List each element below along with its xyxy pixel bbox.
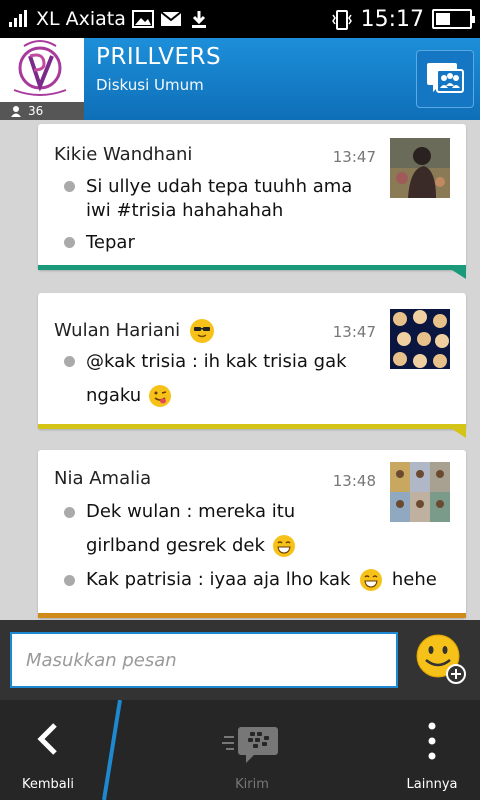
bubble-tail <box>452 270 466 279</box>
message-bullet <box>64 507 75 518</box>
chat-header: 36 PRILLVERS Diskusi Umum <box>0 38 480 120</box>
back-button[interactable]: Kembali <box>0 700 96 800</box>
bubble-tail <box>452 429 466 438</box>
signal-icon <box>8 10 30 28</box>
group-subtitle: Diskusi Umum <box>96 76 204 94</box>
sunglasses-emoji-icon <box>189 319 214 343</box>
message-text-segment: Kak patrisia : iyaa aja lho kak <box>86 569 351 590</box>
send-button[interactable]: Kirim <box>192 700 312 800</box>
message-text: Tepar <box>86 232 135 253</box>
message-accent <box>38 265 466 270</box>
message-text: Dek wulan : mereka itu <box>86 501 296 522</box>
member-count-label: 36 <box>28 104 44 118</box>
more-label: Lainnya <box>406 777 458 792</box>
message-bubble[interactable]: Kikie Wandhani 13:47 Si ullye udah tepa … <box>38 124 466 279</box>
message-accent <box>38 424 466 429</box>
status-bar: XL Axiata 15:17 <box>0 0 480 38</box>
sender-avatar[interactable] <box>390 309 450 369</box>
message-text-segment: hehe <box>391 569 437 590</box>
message-text-segment: girlband gesrek dek <box>86 535 265 556</box>
grin-emoji-icon <box>360 569 383 591</box>
back-label: Kembali <box>22 777 74 792</box>
message-time: 13:48 <box>332 472 376 490</box>
message-time: 13:47 <box>332 323 376 341</box>
message-text: ngaku <box>86 384 171 408</box>
member-count: 36 <box>0 102 84 120</box>
action-bar-divider <box>102 700 122 800</box>
sender-name[interactable]: Wulan Hariani <box>54 319 214 343</box>
sender-avatar[interactable] <box>390 138 450 198</box>
message-bullet <box>64 237 75 248</box>
group-chat-icon <box>427 63 464 93</box>
message-text: @kak trisia : ih kak trisia gak <box>86 351 347 372</box>
action-bar: Kembali Kirim Lainnya <box>0 700 480 800</box>
carrier-name: XL Axiata <box>36 8 126 30</box>
person-icon <box>11 106 21 117</box>
clock: 15:17 <box>360 6 424 32</box>
message-bubble[interactable]: Nia Amalia 13:48 Dek wulan : mereka itu … <box>38 450 466 618</box>
message-time: 13:47 <box>332 148 376 166</box>
message-accent <box>38 613 466 618</box>
sender-avatar[interactable] <box>390 462 450 522</box>
message-bullet <box>64 181 75 192</box>
download-icon <box>188 10 210 28</box>
group-avatar[interactable]: 36 <box>0 38 84 120</box>
bbm-send-icon <box>222 727 278 763</box>
sender-name-label: Wulan Hariani <box>54 320 181 341</box>
vibrate-icon <box>331 10 353 30</box>
message-text: girlband gesrek dek <box>86 534 295 558</box>
message-list[interactable]: Kikie Wandhani 13:47 Si ullye udah tepa … <box>0 120 480 620</box>
more-menu-button[interactable]: Lainnya <box>384 700 480 800</box>
chevron-left-icon <box>37 723 57 755</box>
message-text: Kak patrisia : iyaa aja lho kak hehe <box>86 568 437 592</box>
message-bullet <box>64 356 75 367</box>
tongue-emoji-icon <box>148 385 171 407</box>
battery-icon <box>432 9 475 29</box>
group-name: PRILLVERS <box>96 44 222 70</box>
smiley-add-icon <box>416 634 466 684</box>
mail-icon <box>160 10 182 28</box>
sender-name[interactable]: Kikie Wandhani <box>54 144 192 165</box>
image-notification-icon <box>131 10 154 28</box>
emoticon-button[interactable] <box>416 634 466 684</box>
composer-bar <box>0 620 480 700</box>
group-chat-button[interactable] <box>416 50 474 108</box>
sender-name[interactable]: Nia Amalia <box>54 468 151 489</box>
message-text: iwi #trisia hahahahah <box>86 200 284 221</box>
group-logo-icon <box>13 40 67 96</box>
overflow-menu-icon <box>428 722 436 760</box>
message-text-segment: ngaku <box>86 385 142 406</box>
message-text: Si ullye udah tepa tuuhh ama <box>86 176 353 197</box>
message-bullet <box>64 575 75 586</box>
grin-emoji-icon <box>272 535 295 557</box>
message-bubble[interactable]: Wulan Hariani 13:47 @kak trisia : ih kak… <box>38 293 466 438</box>
send-label: Kirim <box>235 777 269 792</box>
message-input[interactable] <box>10 632 398 688</box>
